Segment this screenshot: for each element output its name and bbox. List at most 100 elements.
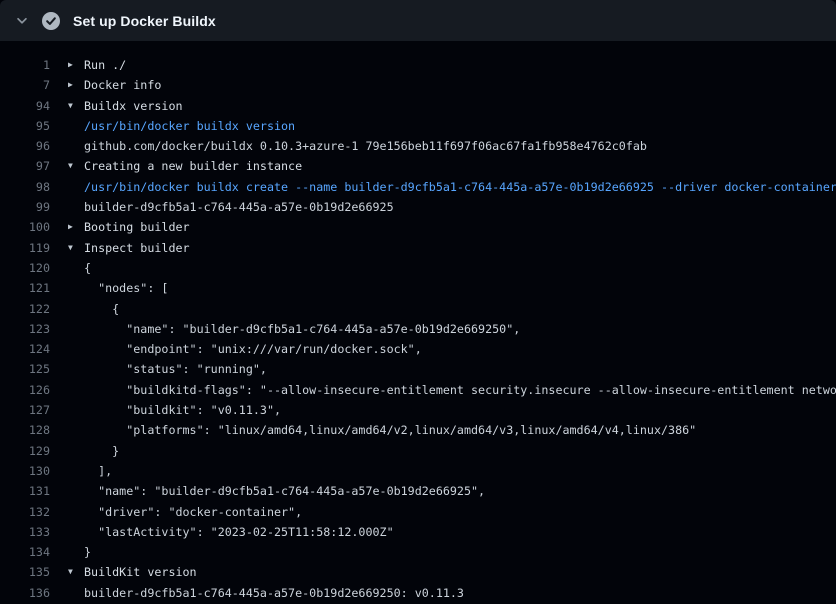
- line-number[interactable]: 99: [0, 197, 50, 217]
- log-line: 126 "buildkitd-flags": "--allow-insecure…: [0, 380, 836, 400]
- line-number[interactable]: 97: [0, 156, 50, 176]
- log-output-text: "status": "running",: [84, 359, 267, 379]
- indent-spacer: [68, 461, 84, 481]
- indent-spacer: [68, 502, 84, 522]
- log-output-text: "lastActivity": "2023-02-25T11:58:12.000…: [84, 522, 394, 542]
- indent-spacer: [68, 278, 84, 298]
- triangle-right-icon: ▶: [68, 55, 84, 75]
- line-number[interactable]: 120: [0, 258, 50, 278]
- log-line: 98/usr/bin/docker buildx create --name b…: [0, 177, 836, 197]
- line-number[interactable]: 124: [0, 339, 50, 359]
- log-output-text: "buildkitd-flags": "--allow-insecure-ent…: [84, 380, 836, 400]
- log-command-text: /usr/bin/docker buildx create --name bui…: [84, 177, 836, 197]
- check-circle-icon: [42, 12, 60, 30]
- line-number[interactable]: 123: [0, 319, 50, 339]
- log-line: 129 }: [0, 441, 836, 461]
- indent-spacer: [68, 441, 84, 461]
- log-line: 130 ],: [0, 461, 836, 481]
- triangle-right-icon: ▶: [68, 217, 84, 237]
- line-number[interactable]: 130: [0, 461, 50, 481]
- log-line: 132 "driver": "docker-container",: [0, 502, 836, 522]
- log-output-text: "platforms": "linux/amd64,linux/amd64/v2…: [84, 420, 696, 440]
- indent-spacer: [68, 420, 84, 440]
- line-number[interactable]: 96: [0, 136, 50, 156]
- log-line[interactable]: 97 ▼Creating a new builder instance: [0, 156, 836, 176]
- indent-spacer: [68, 339, 84, 359]
- log-output-text: builder-d9cfb5a1-c764-445a-a57e-0b19d2e6…: [84, 583, 464, 603]
- log-output-text: "endpoint": "unix:///var/run/docker.sock…: [84, 339, 422, 359]
- log-line[interactable]: 7 ▶Docker info: [0, 75, 836, 95]
- triangle-down-icon: ▼: [68, 156, 84, 176]
- line-number[interactable]: 131: [0, 481, 50, 501]
- chevron-down-icon[interactable]: [14, 13, 30, 29]
- indent-spacer: [68, 136, 84, 156]
- indent-spacer: [68, 116, 84, 136]
- log-line: 127 "buildkit": "v0.11.3",: [0, 400, 836, 420]
- log-output-text: "name": "builder-d9cfb5a1-c764-445a-a57e…: [84, 481, 485, 501]
- line-number[interactable]: 136: [0, 583, 50, 603]
- triangle-down-icon: ▼: [68, 562, 84, 582]
- indent-spacer: [68, 299, 84, 319]
- log-line: 120 {: [0, 258, 836, 278]
- log-line: 124 "endpoint": "unix:///var/run/docker.…: [0, 339, 836, 359]
- log-output-text: ],: [84, 461, 112, 481]
- log-line: 134}: [0, 542, 836, 562]
- line-number[interactable]: 126: [0, 380, 50, 400]
- line-number[interactable]: 134: [0, 542, 50, 562]
- log-line[interactable]: 1▶Run ./: [0, 55, 836, 75]
- indent-spacer: [68, 542, 84, 562]
- line-number[interactable]: 125: [0, 359, 50, 379]
- line-number[interactable]: 100: [0, 217, 50, 237]
- line-number[interactable]: 119: [0, 238, 50, 258]
- log-line: 121 "nodes": [: [0, 278, 836, 298]
- log-line[interactable]: 119▼Inspect builder: [0, 238, 836, 258]
- log-output-text: builder-d9cfb5a1-c764-445a-a57e-0b19d2e6…: [84, 197, 394, 217]
- log-line: 133 "lastActivity": "2023-02-25T11:58:12…: [0, 522, 836, 542]
- line-number[interactable]: 94: [0, 96, 50, 116]
- line-number[interactable]: 1: [0, 55, 50, 75]
- line-number[interactable]: 95: [0, 116, 50, 136]
- line-number[interactable]: 133: [0, 522, 50, 542]
- log-output-text: github.com/docker/buildx 0.10.3+azure-1 …: [84, 136, 647, 156]
- log-group-title: Buildx version: [84, 96, 183, 116]
- log-line: 123 "name": "builder-d9cfb5a1-c764-445a-…: [0, 319, 836, 339]
- log-output-text: {: [84, 258, 91, 278]
- log-line: 128 "platforms": "linux/amd64,linux/amd6…: [0, 420, 836, 440]
- log-line[interactable]: 94 ▼Buildx version: [0, 96, 836, 116]
- indent-spacer: [68, 359, 84, 379]
- log-line: 95/usr/bin/docker buildx version: [0, 116, 836, 136]
- line-number[interactable]: 98: [0, 177, 50, 197]
- line-number[interactable]: 127: [0, 400, 50, 420]
- line-number[interactable]: 135: [0, 562, 50, 582]
- indent-spacer: [68, 522, 84, 542]
- line-number[interactable]: 121: [0, 278, 50, 298]
- log-line[interactable]: 100▶Booting builder: [0, 217, 836, 237]
- indent-spacer: [68, 197, 84, 217]
- log-output-text: "buildkit": "v0.11.3",: [84, 400, 281, 420]
- line-number[interactable]: 132: [0, 502, 50, 522]
- log-line: 125 "status": "running",: [0, 359, 836, 379]
- log-line: 99 builder-d9cfb5a1-c764-445a-a57e-0b19d2…: [0, 197, 836, 217]
- log-line: 136 builder-d9cfb5a1-c764-445a-a57e-0b19d…: [0, 583, 836, 603]
- line-number[interactable]: 7: [0, 75, 50, 95]
- triangle-down-icon: ▼: [68, 96, 84, 116]
- log-group-title: Docker info: [84, 75, 161, 95]
- line-number[interactable]: 122: [0, 299, 50, 319]
- indent-spacer: [68, 583, 84, 603]
- log-lines: 1▶Run ./7▶Docker info94▼Buildx version95…: [0, 41, 836, 603]
- line-number[interactable]: 128: [0, 420, 50, 440]
- triangle-right-icon: ▶: [68, 75, 84, 95]
- log-output-text: }: [84, 542, 91, 562]
- log-group-title: Inspect builder: [84, 238, 190, 258]
- log-output-text: "name": "builder-d9cfb5a1-c764-445a-a57e…: [84, 319, 520, 339]
- log-line[interactable]: 135 ▼BuildKit version: [0, 562, 836, 582]
- step-title: Set up Docker Buildx: [73, 13, 216, 29]
- line-number[interactable]: 129: [0, 441, 50, 461]
- log-group-title: Creating a new builder instance: [84, 156, 302, 176]
- indent-spacer: [68, 380, 84, 400]
- indent-spacer: [68, 177, 84, 197]
- indent-spacer: [68, 481, 84, 501]
- log-group-title: BuildKit version: [84, 562, 197, 582]
- step-header[interactable]: Set up Docker Buildx: [0, 0, 836, 41]
- log-output-text: "nodes": [: [84, 278, 168, 298]
